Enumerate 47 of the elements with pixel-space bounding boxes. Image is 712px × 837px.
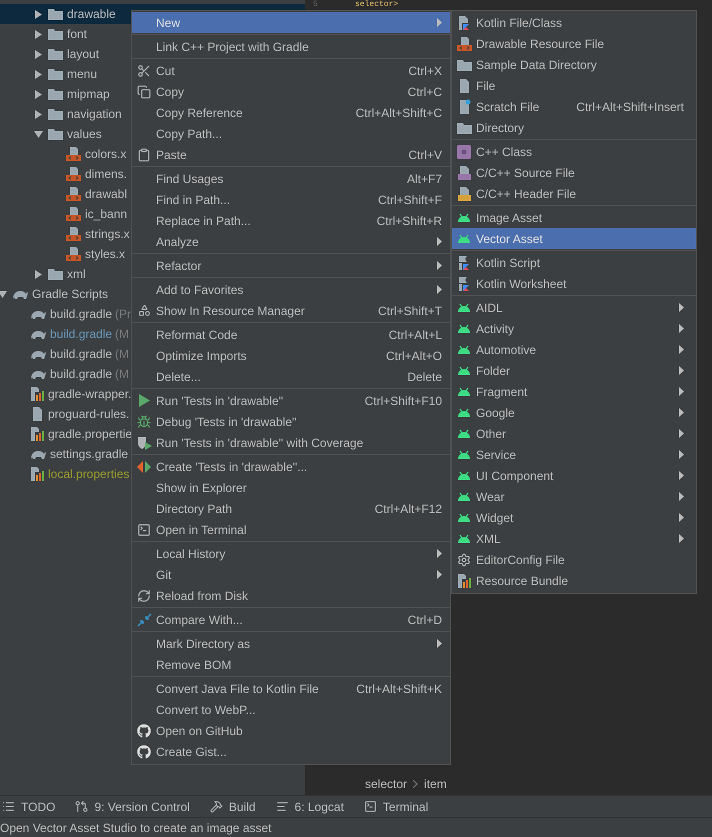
code-line: selector> (355, 0, 398, 10)
file-name: ic_bann (85, 206, 128, 223)
shortcut-text: Ctrl+Alt+O (386, 348, 442, 364)
shortcut-text: Ctrl+Shift+F (378, 192, 442, 208)
file-name: menu (67, 66, 98, 83)
file-name: build.gradle (50, 346, 112, 363)
module-note: (M (115, 326, 130, 343)
file-name: mipmap (67, 86, 110, 103)
module-note: (Pr (115, 306, 132, 323)
file-name: dimens. (85, 166, 128, 183)
shortcut-text: Delete (407, 368, 442, 386)
line-number: 5 (313, 0, 319, 10)
file-name: build.gradle (50, 326, 112, 343)
file-name: xml (67, 266, 86, 283)
shortcut-text: Ctrl+Alt+F12 (374, 500, 442, 518)
file-name: proguard-rules. (48, 406, 130, 423)
shortcut-text: Ctrl+C (408, 84, 442, 100)
shortcut-text: Ctrl+Shift+F10 (364, 392, 442, 410)
shortcut-text: Ctrl+Alt+Shift+C (356, 104, 442, 122)
shortcut-text: Ctrl+Shift+R (376, 212, 442, 230)
file-name: colors.x (85, 146, 126, 163)
file-name: values (67, 126, 102, 143)
file-name: styles.x (85, 246, 126, 263)
file-name: layout (67, 46, 100, 63)
shortcut-text: Ctrl+Alt+Shift+K (356, 680, 442, 698)
file-name: font (67, 26, 88, 43)
file-name: build.gradle (50, 366, 112, 383)
file-name: build.gradle (50, 306, 112, 323)
shortcut-text: Alt+F7 (406, 170, 442, 188)
file-name: settings.gradle (50, 446, 128, 463)
file-name: Gradle Scripts (32, 286, 108, 303)
file-name: drawabl (85, 186, 128, 203)
shortcut-text: Ctrl+Alt+Shift+Insert (576, 98, 684, 116)
module-note: (M (115, 366, 130, 383)
file-name: strings.x (85, 226, 130, 243)
shortcut-text: Ctrl+Alt+L (388, 326, 442, 344)
shortcut-text: Ctrl+Shift+T (378, 302, 442, 320)
shortcut-text: Ctrl+D (408, 612, 442, 628)
shortcut-text: Ctrl+V (408, 146, 442, 164)
status-message: Open Vector Asset Studio to create an image asset (0, 820, 272, 836)
file-name: gradle-wrapper. (48, 386, 132, 403)
file-name: gradle.propertie (48, 426, 132, 443)
module-note: (M (115, 346, 130, 363)
file-name: navigation (67, 106, 122, 123)
file-name: local.properties (48, 466, 130, 483)
shortcut-text: Ctrl+X (408, 62, 442, 80)
file-name: drawable (67, 6, 116, 23)
